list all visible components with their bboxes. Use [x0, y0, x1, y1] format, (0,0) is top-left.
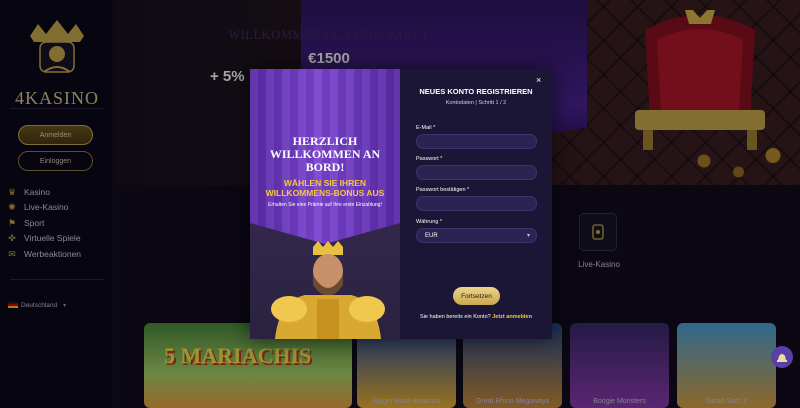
register-modal: HERZLICH WILLKOMMEN AN BORD! WÄHLEN SIE … — [250, 69, 552, 339]
continue-button[interactable]: Fortsetzen — [453, 287, 500, 305]
king-character-icon — [271, 241, 385, 339]
email-field[interactable] — [416, 134, 537, 149]
already-account-label: Sie haben bereits ein Konto? — [420, 314, 491, 320]
form-title: NEUES KONTO REGISTRIEREN — [419, 87, 533, 96]
chevron-down-icon: ▾ — [526, 233, 530, 239]
currency-value: EUR — [425, 232, 438, 239]
already-account-text: Sie haben bereits ein Konto? Jetzt anmel… — [400, 314, 552, 320]
welcome-text: HERZLICH WILLKOMMEN AN BORD! — [269, 134, 381, 174]
form-step: Kontodaten | Schritt 1 / 2 — [445, 100, 507, 106]
chat-button[interactable] — [771, 346, 793, 368]
chat-icon — [777, 354, 787, 362]
password-field[interactable] — [416, 165, 537, 180]
email-label: E-Mail * — [416, 125, 436, 131]
prize-text: Erhalten Sie eine Prämie auf Ihre erste … — [268, 202, 382, 208]
login-link[interactable]: Jetzt anmelden — [492, 314, 532, 320]
modal-promo-panel: HERZLICH WILLKOMMEN AN BORD! WÄHLEN SIE … — [250, 69, 400, 339]
close-icon[interactable]: × — [536, 75, 541, 85]
confirm-password-label: Passwort bestätigen * — [416, 187, 470, 193]
password-label: Passwort * — [416, 156, 443, 162]
confirm-password-field[interactable] — [416, 196, 537, 211]
currency-select[interactable]: EUR ▾ — [416, 228, 537, 243]
currency-label: Währung * — [416, 219, 442, 225]
choose-bonus-text: WÄHLEN SIE IHREN WILLKOMMENS-BONUS AUS — [265, 178, 385, 198]
